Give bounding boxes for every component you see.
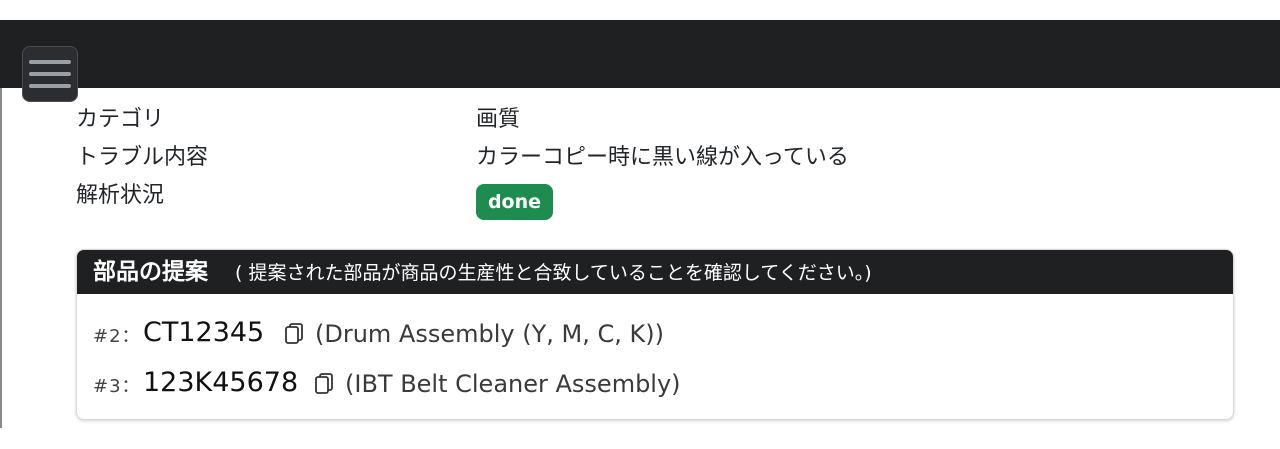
top-margin — [0, 0, 1280, 20]
part-number: #3： — [93, 376, 141, 397]
hamburger-menu-icon — [29, 60, 71, 64]
app-frame: カテゴリ 画質 トラブル内容 カラーコピー時に黒い線が入っている 解析状況 do… — [0, 0, 1280, 449]
part-code[interactable]: 123K45678 — [143, 366, 298, 400]
card-title: 部品の提案 — [93, 259, 208, 285]
hamburger-menu-button[interactable] — [22, 46, 78, 102]
category-label: カテゴリ — [76, 107, 165, 132]
status-badge: done — [476, 184, 553, 220]
card-subtitle: ( 提案された部品が商品の生産性と合致していることを確認してください。) — [235, 262, 872, 284]
part-number: #2： — [93, 326, 141, 347]
copy-icon[interactable] — [315, 373, 333, 395]
copy-icon[interactable] — [285, 323, 303, 345]
part-description: (Drum Assembly (Y, M, C, K)) — [315, 320, 664, 348]
navbar — [0, 20, 1280, 102]
status-label: 解析状況 — [76, 183, 165, 208]
hamburger-menu-icon — [29, 84, 71, 88]
trouble-label: トラブル内容 — [76, 145, 209, 170]
parts-suggestion-card: 部品の提案 ( 提案された部品が商品の生産性と合致していることを確認してください… — [76, 249, 1234, 420]
left-border — [0, 88, 2, 428]
bottom-margin — [0, 428, 1280, 449]
part-description: (IBT Belt Cleaner Assembly) — [345, 370, 681, 398]
part-code[interactable]: CT12345 — [143, 316, 264, 350]
hamburger-menu-icon — [29, 72, 71, 76]
card-header: 部品の提案 ( 提案された部品が商品の生産性と合致していることを確認してください… — [77, 250, 1233, 294]
category-value: 画質 — [476, 107, 521, 132]
trouble-value: カラーコピー時に黒い線が入っている — [476, 145, 849, 170]
